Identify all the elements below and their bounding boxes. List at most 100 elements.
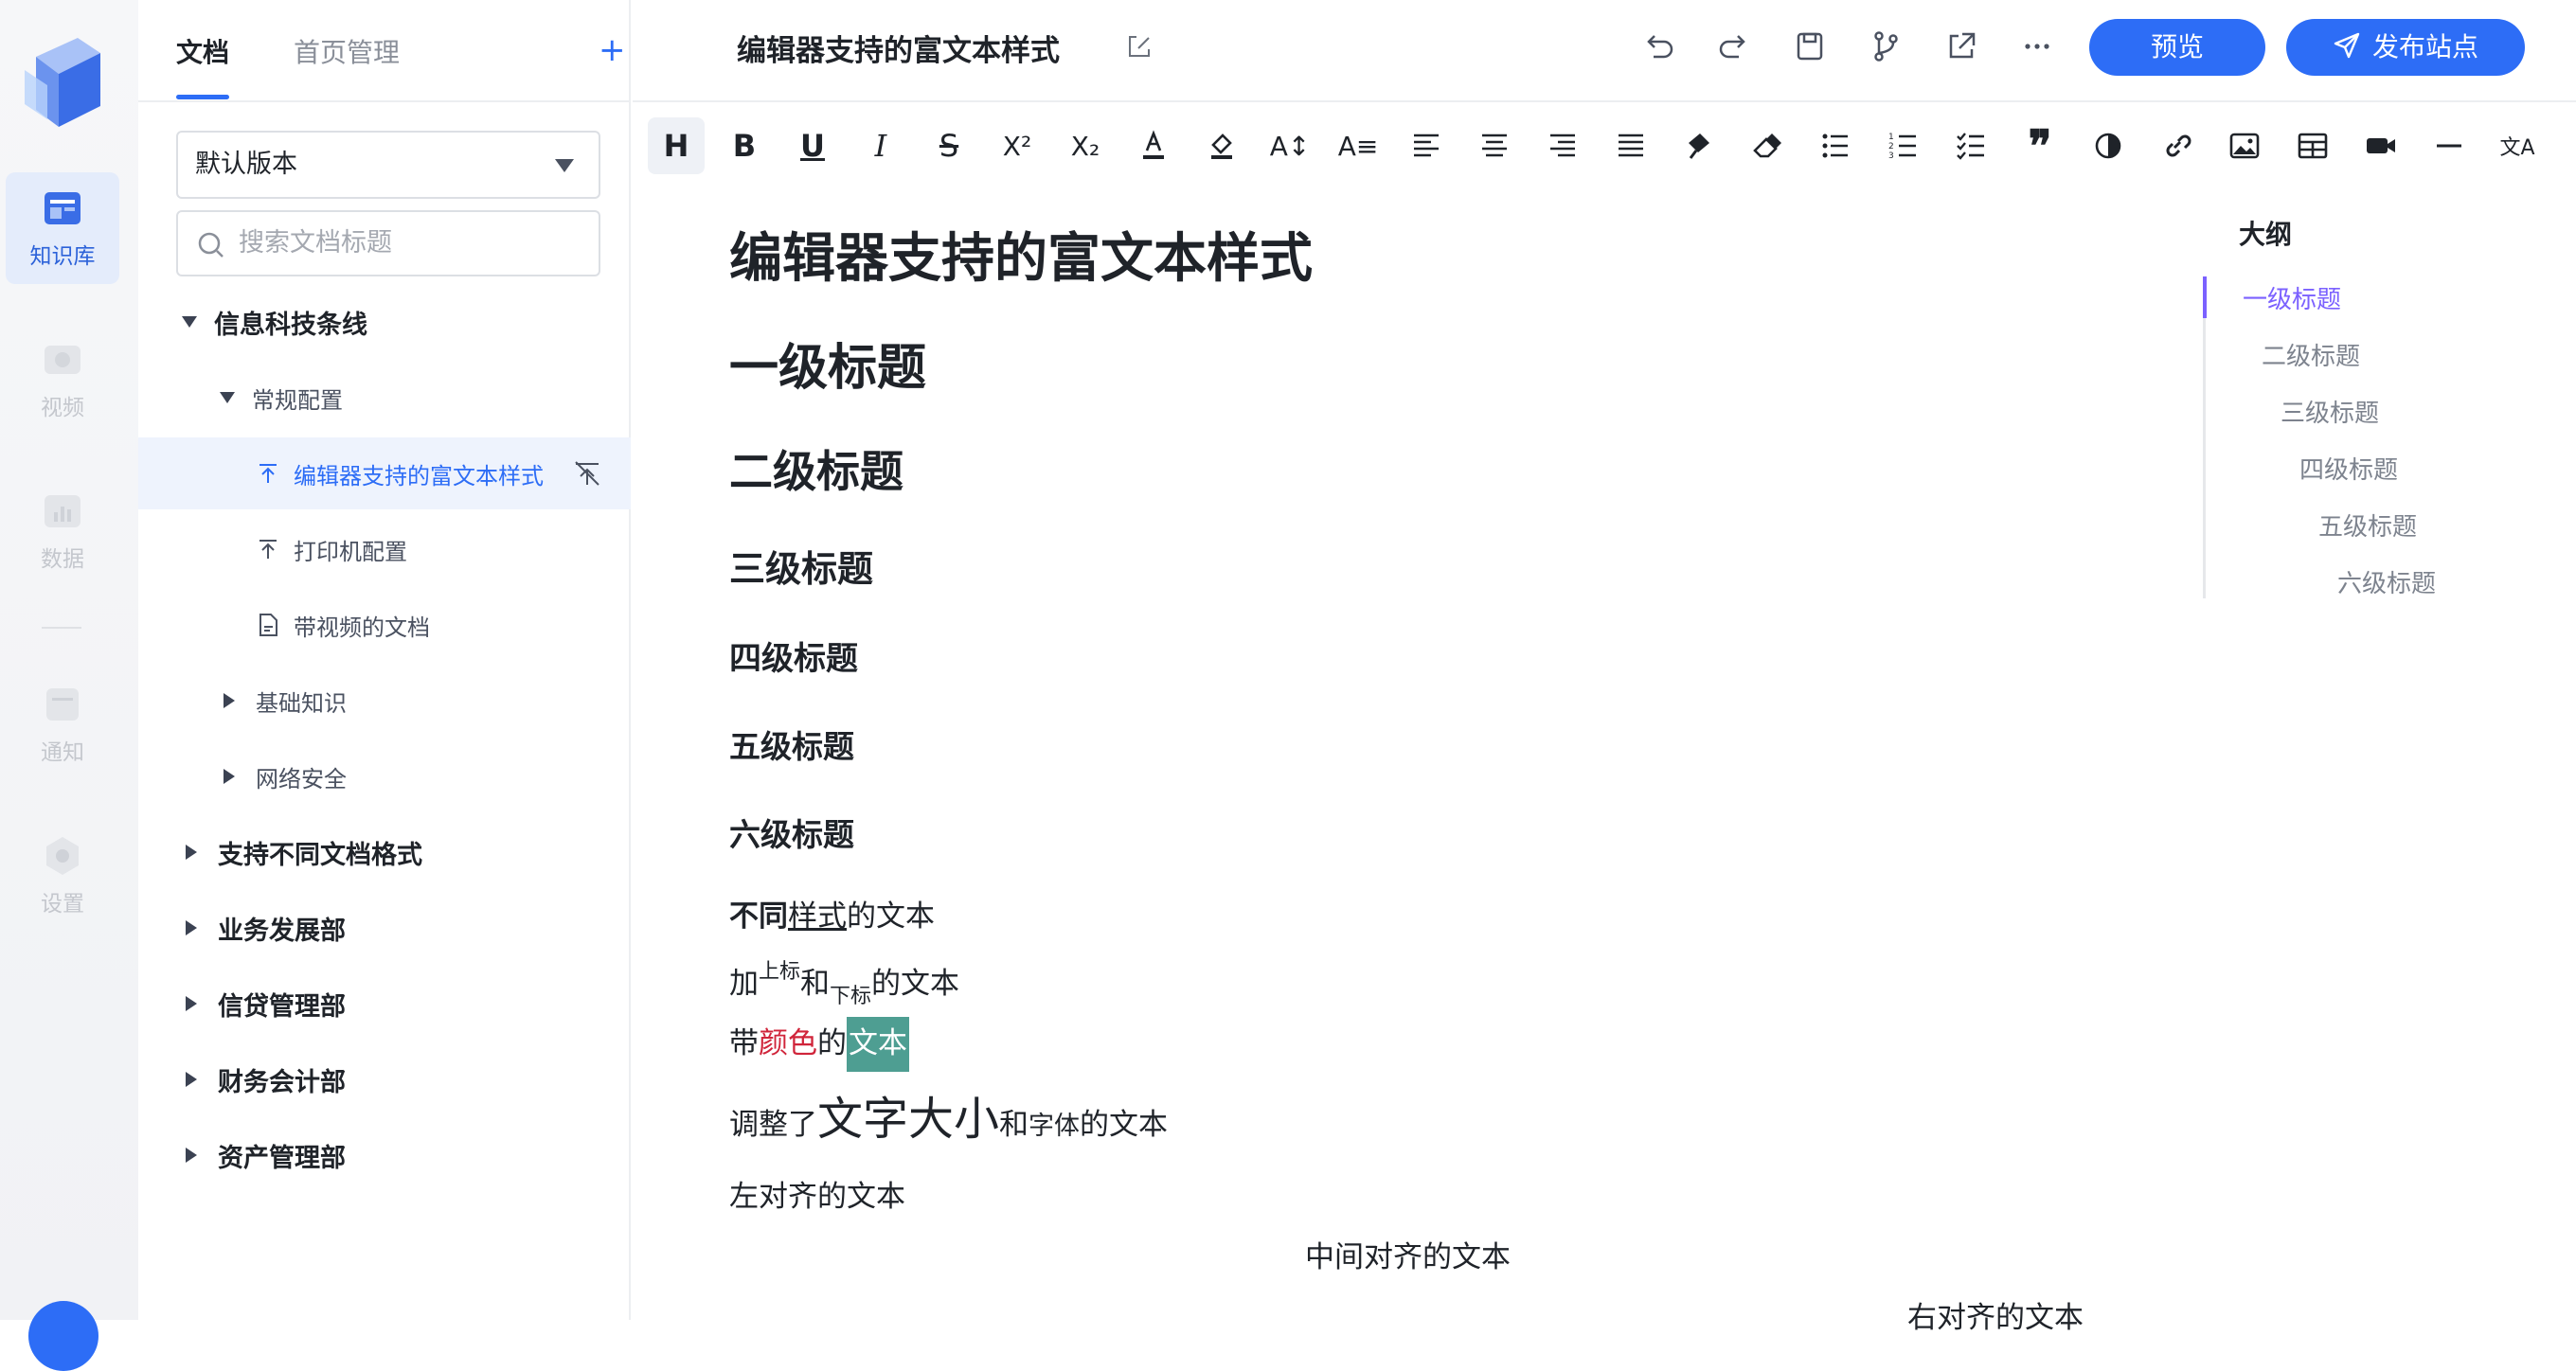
outline-item-h3[interactable]: 三级标题 [2281, 394, 2379, 429]
branch-icon[interactable] [1868, 28, 1904, 64]
quote-icon[interactable]: ❞ [2012, 117, 2068, 174]
table-icon[interactable] [2284, 117, 2341, 174]
strikethrough-icon[interactable]: S [921, 117, 977, 174]
tree-item-printer[interactable]: 打印机配置 [138, 513, 631, 585]
tree-item-basics[interactable]: 基础知识 [138, 665, 631, 737]
underline-icon[interactable]: U [784, 117, 841, 174]
search-input[interactable]: 搜索文档标题 [176, 210, 600, 276]
translate-icon[interactable]: 文A [2489, 117, 2546, 174]
outline-item-h5[interactable]: 五级标题 [2318, 507, 2417, 543]
rail-item-video[interactable]: 视频 [6, 324, 119, 436]
external-link-icon[interactable] [1943, 28, 1979, 64]
edit-title-icon[interactable] [1125, 32, 1154, 61]
app-rail: 知识库 视频 数据 通知 设置 [0, 0, 138, 1371]
align-left-icon[interactable] [1398, 117, 1455, 174]
undo-icon[interactable] [1640, 28, 1676, 64]
align-justify-icon[interactable] [1602, 117, 1659, 174]
caret-right-icon[interactable] [224, 769, 235, 784]
document-title: 编辑器支持的富文本样式 [737, 34, 1060, 68]
divider-icon[interactable] [2421, 117, 2478, 174]
outline-item-h1[interactable]: 一级标题 [2243, 280, 2341, 315]
eraser-icon[interactable] [1739, 117, 1796, 174]
ordered-list-icon[interactable]: 123 [1875, 117, 1932, 174]
outline-item-h2[interactable]: 二级标题 [2262, 337, 2360, 372]
save-icon[interactable] [1792, 28, 1828, 64]
add-document-button[interactable]: + [599, 34, 626, 66]
video-icon[interactable] [2352, 117, 2409, 174]
tree-item-network-security[interactable]: 网络安全 [138, 740, 631, 812]
heading-5: 五级标题 [729, 728, 854, 765]
app-logo [25, 38, 100, 127]
paragraph-align-left: 左对齐的文本 [729, 1180, 905, 1214]
paragraph-align-center: 中间对齐的文本 [1305, 1240, 1511, 1274]
caret-right-icon[interactable] [224, 693, 235, 708]
caret-right-icon[interactable] [186, 1148, 197, 1163]
tree-tabs: 文档 首页管理 + [176, 0, 626, 102]
font-family-icon[interactable]: A≡ [1330, 117, 1386, 174]
tree-item-label: 网络安全 [256, 765, 347, 792]
outline-track [2203, 276, 2206, 598]
caret-right-icon[interactable] [186, 845, 197, 860]
tree-item-business[interactable]: 业务发展部 [138, 892, 631, 964]
caret-right-icon[interactable] [186, 920, 197, 935]
bold-icon[interactable]: B [716, 117, 773, 174]
image-icon[interactable] [2216, 117, 2273, 174]
task-list-icon[interactable] [1943, 117, 2000, 174]
search-placeholder: 搜索文档标题 [239, 228, 392, 258]
font-color-icon[interactable] [1125, 117, 1182, 174]
caret-right-icon[interactable] [186, 996, 197, 1011]
publish-site-button[interactable]: 发布站点 [2286, 19, 2525, 76]
tree-item-doc-formats[interactable]: 支持不同文档格式 [138, 816, 631, 888]
italic-icon[interactable]: I [852, 117, 909, 174]
editor-content[interactable]: 编辑器支持的富文本样式 一级标题 二级标题 三级标题 四级标题 五级标题 六级标… [729, 189, 2150, 1335]
redo-icon[interactable] [1716, 28, 1752, 64]
bullet-list-icon[interactable] [1807, 117, 1864, 174]
align-center-icon[interactable] [1466, 117, 1523, 174]
more-icon[interactable] [2019, 28, 2055, 64]
rail-label: 数据 [41, 547, 84, 572]
paragraph-style: 不同样式的文本 [729, 892, 935, 935]
caret-down-icon[interactable] [182, 316, 197, 328]
text-run: 的 [817, 1026, 847, 1060]
tree-item-info-tech[interactable]: 信息科技条线 [138, 286, 631, 358]
heading-icon[interactable]: H [648, 117, 705, 174]
rail-label: 设置 [41, 892, 84, 917]
format-painter-icon[interactable] [1671, 117, 1727, 174]
help-button[interactable] [28, 1301, 98, 1371]
text-run: 的文本 [1080, 1108, 1169, 1142]
tree-item-finance[interactable]: 财务会计部 [138, 1043, 631, 1115]
caret-down-icon[interactable] [220, 392, 235, 403]
subscript-icon[interactable]: X₂ [1057, 117, 1114, 174]
font-size-icon[interactable]: A↕ [1261, 117, 1318, 174]
preview-button[interactable]: 预览 [2089, 19, 2265, 76]
tab-home-management[interactable]: 首页管理 [294, 32, 400, 70]
tree-item-rich-text[interactable]: 编辑器支持的富文本样式 [138, 437, 631, 509]
outline-item-h4[interactable]: 四级标题 [2299, 451, 2398, 486]
outline-panel: 大纲 一级标题 二级标题 三级标题 四级标题 五级标题 六级标题 [2203, 214, 2544, 612]
text-run-subscript: 下标 [830, 985, 872, 1008]
align-right-icon[interactable] [1534, 117, 1591, 174]
tree-item-general-config[interactable]: 常规配置 [138, 362, 631, 434]
rail-item-settings[interactable]: 设置 [6, 820, 119, 932]
tree-item-video-doc[interactable]: 带视频的文档 [138, 589, 631, 661]
superscript-icon[interactable]: X² [989, 117, 1046, 174]
tree-item-label: 常规配置 [252, 386, 343, 414]
rail-item-notice[interactable]: 通知 [6, 668, 119, 780]
link-icon[interactable] [2148, 117, 2205, 174]
contrast-icon[interactable] [2080, 117, 2137, 174]
tree-item-assets[interactable]: 资产管理部 [138, 1119, 631, 1191]
tab-documents[interactable]: 文档 [176, 32, 229, 70]
tree-item-label: 资产管理部 [218, 1143, 346, 1173]
outline-item-h6[interactable]: 六级标题 [2337, 564, 2436, 599]
rail-item-knowledge[interactable]: 知识库 [6, 172, 119, 284]
highlight-icon[interactable] [1193, 117, 1250, 174]
unpin-icon[interactable] [572, 458, 602, 489]
tree-item-label: 信息科技条线 [214, 310, 367, 340]
heading-1: 一级标题 [729, 340, 927, 397]
version-select[interactable]: 默认版本 [176, 131, 600, 199]
caret-right-icon[interactable] [186, 1072, 197, 1087]
tree-item-label: 财务会计部 [218, 1067, 346, 1097]
svg-text:2: 2 [1888, 142, 1894, 151]
tree-item-credit[interactable]: 信贷管理部 [138, 968, 631, 1040]
rail-item-data[interactable]: 数据 [6, 475, 119, 587]
